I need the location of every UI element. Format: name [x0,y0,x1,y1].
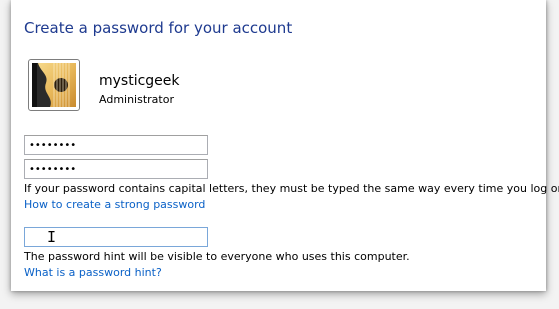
new-password-field[interactable] [24,135,208,155]
capital-letters-note: If your password contains capital letter… [24,182,559,195]
confirm-password-field[interactable] [24,159,208,179]
create-password-panel: Create a password for your account mysti… [11,0,559,291]
hint-visibility-note: The password hint will be visible to eve… [24,250,410,263]
user-avatar [28,59,80,111]
guitar-icon [32,63,76,107]
password-hint-link[interactable]: What is a password hint? [24,266,162,279]
user-role: Administrator [99,93,174,106]
page-title: Create a password for your account [24,19,293,37]
user-name: mysticgeek [99,73,180,89]
strong-password-link[interactable]: How to create a strong password [24,198,205,211]
password-hint-field[interactable] [24,227,208,247]
